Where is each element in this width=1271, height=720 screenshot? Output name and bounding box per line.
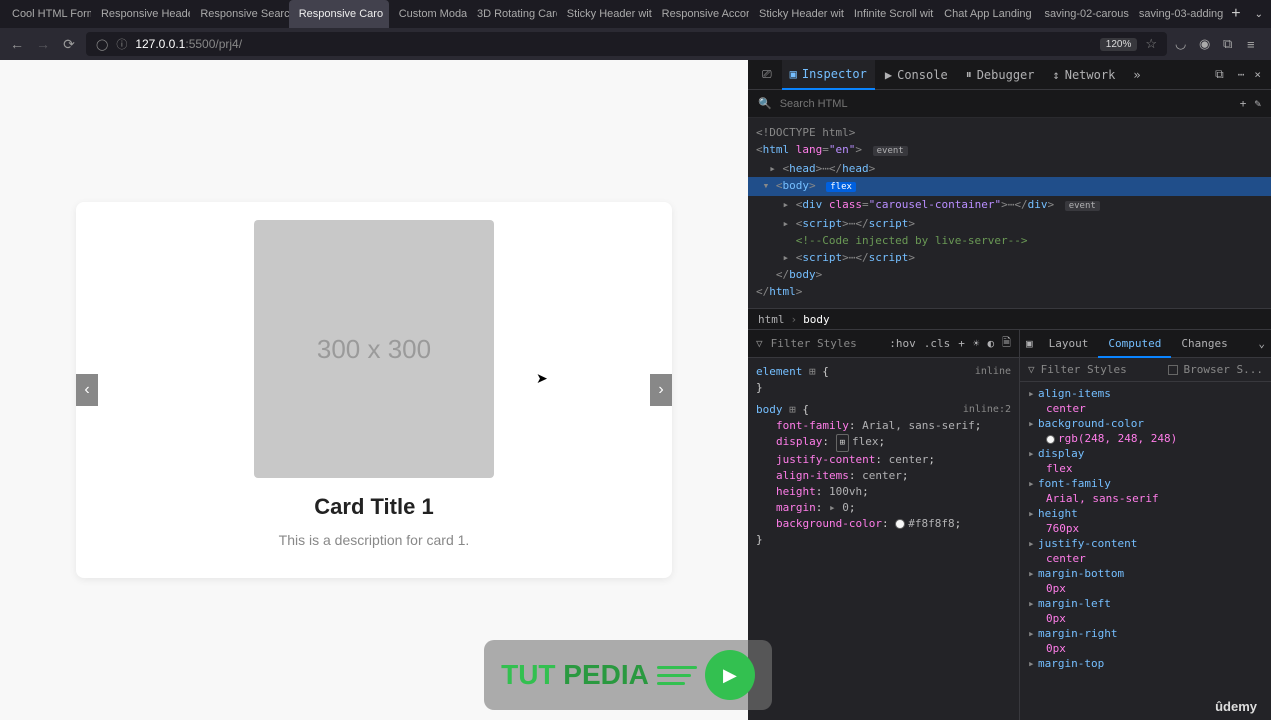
devtools-tabs: ⎚ ▣Inspector ▶Console ⏸Debugger ↕Network… — [748, 60, 1271, 90]
menu-icon[interactable]: ≡ — [1247, 37, 1263, 52]
computed-list[interactable]: ▸align-itemscenter ▸background-colorrgb(… — [1020, 382, 1271, 675]
debugger-icon: ⏸ — [966, 67, 972, 82]
card-title: Card Title 1 — [314, 494, 433, 520]
debugger-tab[interactable]: ⏸Debugger — [958, 60, 1043, 90]
html-search-bar: 🔍 + ✎ — [748, 90, 1271, 118]
tutpedia-watermark: TUT PEDIA ▶ — [484, 640, 772, 710]
more-tabs-icon[interactable]: » — [1125, 60, 1148, 90]
url-field[interactable]: ◯ ⓘ 127.0.0.1:5500/prj4/ 120% ☆ — [86, 32, 1167, 56]
udemy-watermark: ûdemy — [1215, 699, 1257, 714]
rules-body[interactable]: element ⊞ {inline } body ⊞ {inline:2 fon… — [748, 358, 1019, 554]
shield-icon: ◯ — [96, 38, 108, 51]
print-icon[interactable]: 🗎 — [1002, 334, 1011, 353]
card-image-placeholder: 300 x 300 — [254, 220, 494, 478]
tab-11[interactable]: saving-02-carouse — [1035, 0, 1129, 28]
tab-2[interactable]: Responsive Search — [190, 0, 288, 28]
network-tab[interactable]: ↕Network — [1045, 60, 1124, 90]
devtools-close-icon[interactable]: × — [1250, 68, 1265, 81]
tab-8[interactable]: Sticky Header with — [749, 0, 844, 28]
tabs-dropdown-icon[interactable]: ⌄ — [1249, 9, 1269, 20]
html-search-input[interactable] — [780, 98, 1232, 110]
browser-styles-checkbox[interactable] — [1168, 365, 1178, 375]
changes-tab[interactable]: Changes — [1171, 330, 1237, 358]
page-content: 300 x 300 Card Title 1 This is a descrip… — [0, 60, 748, 720]
forward-icon: → — [34, 36, 52, 52]
tab-1[interactable]: Responsive Header — [91, 0, 190, 28]
devtools-menu-icon[interactable]: ⋯ — [1234, 68, 1249, 81]
light-icon[interactable]: ☀ — [973, 337, 980, 350]
tab-9[interactable]: Infinite Scroll with — [844, 0, 934, 28]
cls-button[interactable]: .cls — [924, 337, 951, 350]
tab-12[interactable]: saving-03-adding-j — [1129, 0, 1223, 28]
layout-toggle-icon[interactable]: ▣ — [1020, 337, 1039, 350]
rules-pane: ▽ Filter Styles :hov .cls + ☀ ◐ 🗎 elemen… — [748, 330, 1020, 720]
add-node-icon[interactable]: + — [1240, 97, 1247, 110]
hov-button[interactable]: :hov — [889, 337, 916, 350]
cursor-icon: ➤ — [536, 370, 548, 387]
url-text: 127.0.0.1:5500/prj4/ — [135, 37, 242, 51]
extensions-icon[interactable]: ⧉ — [1223, 36, 1239, 52]
url-bar: ← → ⟳ ◯ ⓘ 127.0.0.1:5500/prj4/ 120% ☆ ◡ … — [0, 28, 1271, 60]
play-icon: ▶ — [705, 650, 755, 700]
tab-0[interactable]: Cool HTML Form — [2, 0, 91, 28]
carousel-next-button[interactable]: › — [650, 374, 672, 406]
console-icon: ▶ — [885, 68, 892, 82]
bookmark-icon[interactable]: ☆ — [1145, 36, 1157, 52]
inspector-tab[interactable]: ▣Inspector — [782, 60, 875, 90]
tab-7[interactable]: Responsive Accord — [652, 0, 749, 28]
contrast-icon[interactable]: ◐ — [988, 337, 995, 350]
tab-6[interactable]: Sticky Header with — [557, 0, 652, 28]
html-tree[interactable]: <!DOCTYPE html> <html lang="en"> event ▸… — [748, 118, 1271, 308]
carousel-prev-button[interactable]: ‹ — [76, 374, 98, 406]
filter-styles-input[interactable]: Filter Styles — [771, 337, 882, 350]
breadcrumb-html[interactable]: html — [758, 313, 785, 326]
back-icon[interactable]: ← — [8, 36, 26, 52]
tab-4[interactable]: Custom Modal — [389, 0, 467, 28]
reload-icon[interactable]: ⟳ — [60, 36, 78, 53]
card-description: This is a description for card 1. — [279, 532, 470, 548]
tab-10[interactable]: Chat App Landing P — [934, 0, 1034, 28]
devtools-panel: ⎚ ▣Inspector ▶Console ⏸Debugger ↕Network… — [748, 60, 1271, 720]
browser-tab-bar: Cool HTML Form Responsive Header Respons… — [0, 0, 1271, 28]
browser-styles-label: Browser S... — [1184, 363, 1263, 376]
breadcrumb-body[interactable]: body — [803, 313, 830, 326]
account-icon[interactable]: ◉ — [1199, 36, 1215, 52]
console-tab[interactable]: ▶Console — [877, 60, 956, 90]
chevron-down-icon[interactable]: ⌄ — [1252, 337, 1271, 350]
tab-3[interactable]: Responsive Caro× — [289, 0, 389, 28]
tab-5[interactable]: 3D Rotating Card — [467, 0, 557, 28]
layout-tab[interactable]: Layout — [1039, 330, 1099, 358]
info-icon: ⓘ — [116, 36, 127, 52]
pocket-icon[interactable]: ◡ — [1175, 36, 1191, 52]
computed-pane: ▣ Layout Computed Changes ⌄ ▽ Filter Sty… — [1020, 330, 1271, 720]
carousel-container: 300 x 300 Card Title 1 This is a descrip… — [76, 202, 672, 578]
network-icon: ↕ — [1053, 68, 1060, 82]
inspector-icon: ▣ — [790, 67, 797, 81]
pick-element-icon[interactable]: ⎚ — [754, 60, 780, 90]
filter-icon: ▽ — [1028, 363, 1035, 376]
edit-icon[interactable]: ✎ — [1254, 97, 1261, 110]
computed-filter-input[interactable]: Filter Styles — [1041, 363, 1127, 376]
search-icon: 🔍 — [758, 97, 772, 110]
computed-tab[interactable]: Computed — [1098, 330, 1171, 358]
dock-icon[interactable]: ⧉ — [1207, 60, 1232, 90]
filter-icon: ▽ — [756, 337, 763, 350]
zoom-badge[interactable]: 120% — [1100, 38, 1138, 51]
breadcrumb: html › body — [748, 308, 1271, 330]
new-tab-button[interactable]: + — [1223, 5, 1248, 23]
add-rule-icon[interactable]: + — [958, 337, 965, 350]
